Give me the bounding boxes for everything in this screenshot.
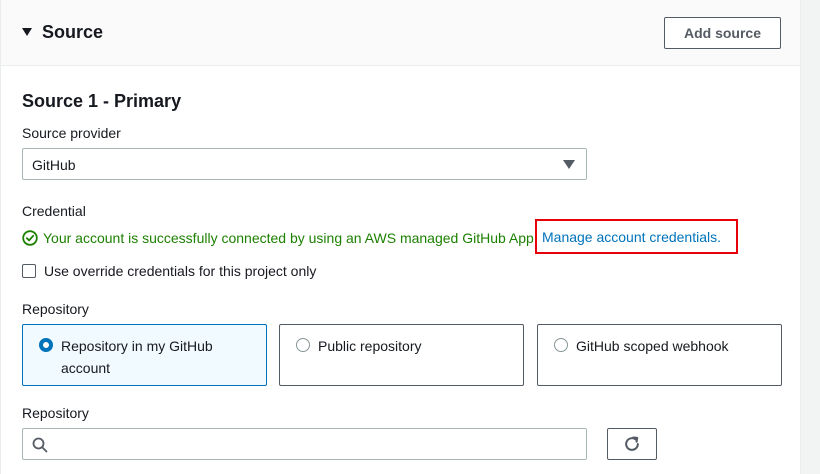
panel-header: Source Add source xyxy=(1,0,800,66)
radio-button[interactable] xyxy=(296,338,310,352)
refresh-button[interactable] xyxy=(607,428,657,460)
radio-button[interactable] xyxy=(39,338,53,352)
credential-status: Your account is successfully connected b… xyxy=(22,228,538,248)
source-provider-select[interactable]: GitHub xyxy=(22,148,587,180)
repository-search-input[interactable] xyxy=(53,433,578,455)
dropdown-caret-icon xyxy=(563,160,575,169)
repo-option-label[interactable]: Repository in my GitHub account xyxy=(61,335,251,379)
override-credentials-label[interactable]: Use override credentials for this projec… xyxy=(44,263,316,279)
override-credentials-row[interactable]: Use override credentials for this projec… xyxy=(22,262,316,280)
credential-status-text: Your account is successfully connected b… xyxy=(43,230,538,246)
search-icon xyxy=(32,437,48,453)
section-title[interactable]: Source xyxy=(42,22,103,43)
override-credentials-checkbox[interactable] xyxy=(22,264,36,278)
repo-option-label[interactable]: Public repository xyxy=(318,335,508,357)
repository-search-label: Repository xyxy=(22,405,89,421)
repo-option-label[interactable]: GitHub scoped webhook xyxy=(576,335,766,357)
source-panel: Source Add source Source 1 - Primary Sou… xyxy=(0,0,801,474)
source-provider-label: Source provider xyxy=(22,125,121,141)
collapse-caret-icon[interactable] xyxy=(22,28,32,36)
refresh-icon xyxy=(625,436,639,451)
source-heading: Source 1 - Primary xyxy=(22,91,182,111)
repository-type-label: Repository xyxy=(22,301,89,317)
manage-credentials-link[interactable]: Manage account credentials. xyxy=(542,229,721,245)
credential-label: Credential xyxy=(22,203,86,219)
radio-button[interactable] xyxy=(554,338,568,352)
repo-option-my-github[interactable]: Repository in my GitHub account xyxy=(22,324,267,386)
add-source-button[interactable]: Add source xyxy=(664,17,781,49)
success-check-icon xyxy=(22,230,38,246)
repo-option-scoped-webhook[interactable]: GitHub scoped webhook xyxy=(537,324,782,386)
repository-search-box[interactable] xyxy=(22,428,587,460)
repo-option-public[interactable]: Public repository xyxy=(279,324,524,386)
source-provider-value: GitHub xyxy=(32,157,76,173)
